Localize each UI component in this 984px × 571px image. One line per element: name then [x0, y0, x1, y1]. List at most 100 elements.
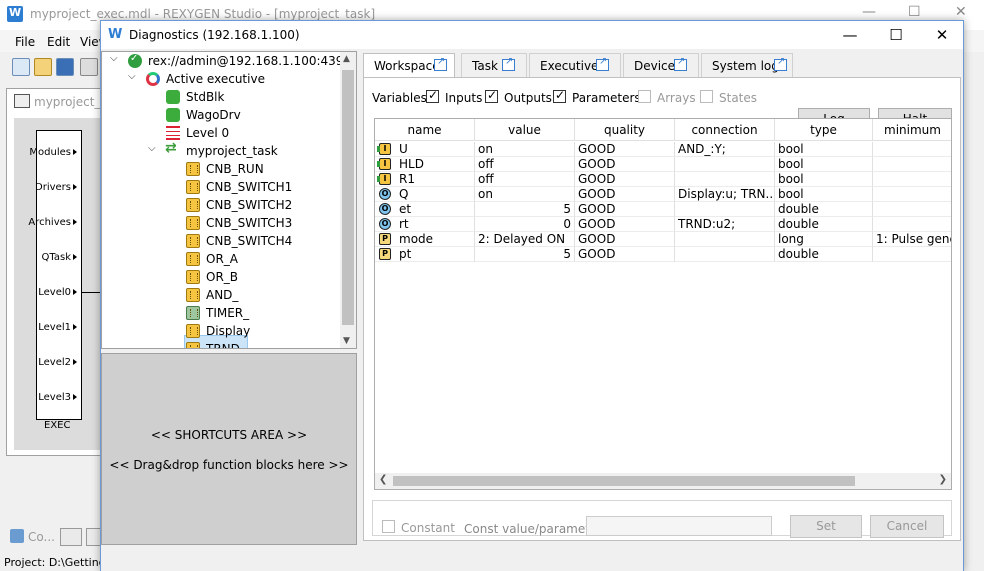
table-row[interactable]: R1 offGOOD bool [375, 172, 951, 187]
popout-icon[interactable] [674, 56, 687, 71]
cell-minimum[interactable]: 1: Pulse gener [873, 232, 951, 247]
cell-minimum[interactable] [873, 202, 951, 217]
cell-quality[interactable]: GOOD [575, 232, 675, 247]
column-header-name[interactable]: name [375, 119, 475, 141]
menu-edit[interactable]: Edit [47, 35, 70, 49]
tree-node[interactable]: CNB_RUN [102, 160, 340, 178]
cell-name[interactable]: et [375, 202, 475, 217]
cell-value[interactable]: 2: Delayed ON [475, 232, 575, 247]
popout-icon[interactable] [502, 56, 515, 71]
chevron-down-icon[interactable]: ⌵ [110, 53, 118, 64]
cell-quality[interactable]: GOOD [575, 187, 675, 202]
cell-connection[interactable] [675, 202, 775, 217]
cell-name[interactable]: U [375, 142, 475, 157]
cell-quality[interactable]: GOOD [575, 172, 675, 187]
dialog-titlebar[interactable]: W Diagnostics (192.168.1.100) — ☐ ✕ [101, 21, 963, 49]
cell-minimum[interactable] [873, 187, 951, 202]
cell-type[interactable]: double [775, 217, 873, 232]
const-value-input[interactable] [586, 516, 772, 536]
tree-node[interactable]: CNB_SWITCH3 [102, 214, 340, 232]
set-button[interactable]: Set [790, 515, 862, 538]
cell-type[interactable]: double [775, 202, 873, 217]
scroll-right-icon[interactable]: ❯ [939, 474, 947, 485]
checkbox-checked-icon[interactable] [426, 88, 439, 103]
cell-minimum[interactable] [873, 172, 951, 187]
checkbox-checked-icon[interactable] [485, 88, 498, 103]
tab-system-log[interactable]: System log [701, 53, 793, 77]
cell-name[interactable]: mode [375, 232, 475, 247]
cell-value[interactable]: 0 [475, 217, 575, 232]
table-row[interactable]: et 5GOOD double [375, 202, 951, 217]
cell-connection[interactable] [675, 157, 775, 172]
cell-connection[interactable] [675, 232, 775, 247]
table-row[interactable]: rt 0GOODTRND:u2;double [375, 217, 951, 232]
tree-node[interactable]: Display [102, 322, 340, 340]
maximize-icon[interactable]: ☐ [908, 4, 921, 20]
checkbox-checked-icon[interactable] [553, 88, 566, 103]
tree-node[interactable]: TIMER_ [102, 304, 340, 322]
column-header-quality[interactable]: quality [575, 119, 675, 141]
column-header-connection[interactable]: connection [675, 119, 775, 141]
cell-value[interactable]: 5 [475, 247, 575, 262]
table-row[interactable]: QonGOODDisplay:u; TRN...bool [375, 187, 951, 202]
cell-type[interactable]: bool [775, 142, 873, 157]
table-row[interactable]: HLD offGOOD bool [375, 157, 951, 172]
cell-connection[interactable] [675, 172, 775, 187]
table-row[interactable]: UonGOODAND_:Y;bool [375, 142, 951, 157]
scroll-left-icon[interactable]: ❮ [379, 474, 387, 485]
cell-value[interactable]: off [475, 157, 575, 172]
tree-node[interactable]: CNB_SWITCH1 [102, 178, 340, 196]
panel-restore-button[interactable] [60, 528, 82, 546]
print-icon[interactable] [80, 58, 98, 76]
tab-workspace[interactable]: Workspace [363, 53, 455, 78]
chevron-down-icon[interactable]: ⌵ [148, 143, 156, 154]
cell-value[interactable]: 5 [475, 202, 575, 217]
save-icon[interactable] [56, 58, 74, 76]
popout-icon[interactable] [434, 56, 447, 71]
cell-value[interactable]: on [475, 142, 575, 157]
exec-block[interactable]: Modules Drivers Archives QTask Level0 Le… [28, 130, 82, 420]
column-header-type[interactable]: type [775, 119, 873, 141]
cell-quality[interactable]: GOOD [575, 142, 675, 157]
tree-node[interactable]: ⌵ rex://admin@192.168.1.100:43981 [102, 52, 356, 70]
close-icon[interactable]: ✕ [955, 4, 967, 20]
cell-type[interactable]: bool [775, 157, 873, 172]
tree-node[interactable]: TRND [102, 340, 340, 348]
cell-name[interactable]: Q [375, 187, 475, 202]
dialog-minimize-button[interactable]: — [835, 24, 865, 46]
cell-connection[interactable]: AND_:Y; [675, 142, 775, 157]
target-tree[interactable]: ⌵ rex://admin@192.168.1.100:43981 ⌵ Active … [101, 51, 357, 349]
cell-minimum[interactable] [873, 247, 951, 262]
cell-type[interactable]: bool [775, 172, 873, 187]
tab-executive[interactable]: Executive [529, 53, 621, 77]
open-folder-icon[interactable] [34, 58, 52, 76]
cell-connection[interactable] [675, 247, 775, 262]
tree-scroll-thumb[interactable] [342, 70, 354, 325]
column-header-minimum[interactable]: minimum [873, 119, 951, 141]
tree-node[interactable]: OR_A [102, 250, 340, 268]
cell-minimum[interactable] [873, 157, 951, 172]
cell-minimum[interactable] [873, 142, 951, 157]
tree-node[interactable]: ⌵ myproject_task [102, 140, 340, 160]
cell-connection[interactable]: Display:u; TRN... [675, 187, 775, 202]
new-file-icon[interactable] [12, 58, 30, 76]
cell-name[interactable]: R1 [375, 172, 475, 187]
column-header-value[interactable]: value [475, 119, 575, 141]
cancel-button[interactable]: Cancel [870, 515, 944, 538]
cell-name[interactable]: rt [375, 217, 475, 232]
tree-node[interactable]: ⌵ Active executive [102, 70, 340, 88]
scroll-up-icon[interactable]: ▲ [343, 54, 350, 64]
editor-tab[interactable]: myproject_e [12, 92, 108, 112]
tree-node[interactable]: Level 0 [102, 124, 340, 142]
cell-quality[interactable]: GOOD [575, 202, 675, 217]
chevron-down-icon[interactable]: ⌵ [128, 71, 136, 82]
cell-quality[interactable]: GOOD [575, 217, 675, 232]
cell-type[interactable]: long [775, 232, 873, 247]
tree-node[interactable]: StdBlk [102, 88, 340, 106]
tree-node[interactable]: CNB_SWITCH2 [102, 196, 340, 214]
cell-type[interactable]: double [775, 247, 873, 262]
tree-vertical-scrollbar[interactable]: ▲ ▼ [340, 52, 356, 348]
cell-minimum[interactable] [873, 217, 951, 232]
grid-horizontal-scrollbar[interactable]: ❮ ❯ [375, 473, 951, 489]
tree-node[interactable]: AND_ [102, 286, 340, 304]
